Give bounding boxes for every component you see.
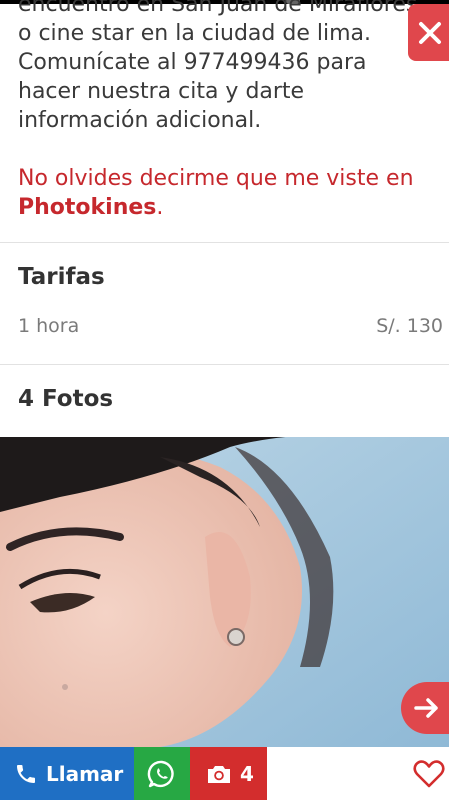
- camera-icon: [208, 765, 230, 783]
- arrow-right-icon: [414, 698, 438, 718]
- phone-icon: [17, 764, 35, 783]
- whatsapp-icon: [147, 760, 174, 787]
- next-photo-button[interactable]: [401, 682, 449, 734]
- description-line: o cine star en la ciudad de lima.: [18, 21, 371, 46]
- bottom-action-bar: Llamar 4: [0, 747, 449, 800]
- note-suffix: .: [156, 195, 164, 220]
- description-line: Comunícate al 977499436 para: [18, 50, 367, 75]
- photos-title: 4 Fotos: [18, 386, 114, 412]
- divider: [0, 364, 449, 365]
- description-line: hacer nuestra cita y darte: [18, 79, 305, 104]
- profile-description: encuentro en San Juan de Miraflores o ci…: [18, 0, 438, 135]
- photo-count: 4: [240, 761, 254, 786]
- call-label: Llamar: [46, 761, 124, 786]
- referral-note: No olvides decirme que me viste en Photo…: [18, 164, 438, 222]
- profile-photo[interactable]: [0, 437, 449, 747]
- close-icon: [419, 21, 441, 44]
- photo-image: [0, 437, 449, 747]
- favorite-button[interactable]: [410, 755, 448, 793]
- brand-name: Photokines: [18, 195, 157, 220]
- photos-button[interactable]: 4: [190, 747, 267, 800]
- description-line: encuentro en San Juan de Miraflores: [18, 0, 418, 17]
- close-button[interactable]: [408, 4, 449, 61]
- heart-icon: [413, 760, 445, 788]
- whatsapp-button[interactable]: [134, 747, 190, 800]
- description-line: información adicional.: [18, 108, 262, 133]
- rate-duration: 1 hora: [18, 315, 80, 337]
- note-text: No olvides decirme que me viste en: [18, 166, 414, 191]
- rate-price: S/. 130: [376, 315, 443, 337]
- divider: [0, 242, 449, 243]
- rates-title: Tarifas: [18, 264, 105, 290]
- call-button[interactable]: Llamar: [0, 747, 134, 800]
